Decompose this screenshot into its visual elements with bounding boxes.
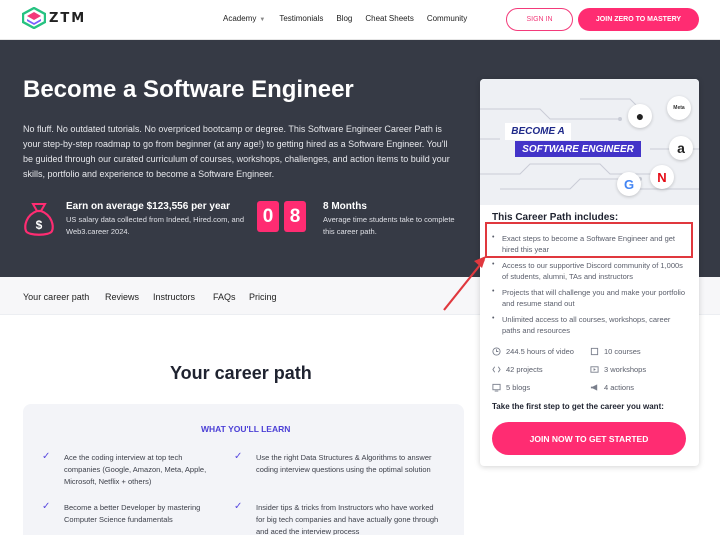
nav-testimonials[interactable]: Testimonials xyxy=(279,14,323,23)
nav-cheat-sheets[interactable]: Cheat Sheets xyxy=(365,14,413,23)
stat-actions-text: 4 actions xyxy=(604,383,635,392)
bullet-icon: • xyxy=(492,261,495,268)
check-icon: ✓ xyxy=(42,451,51,462)
top-nav: ZTM Academy ▼ Testimonials Blog Cheat She… xyxy=(0,0,720,40)
logo-text: ZTM xyxy=(49,10,87,26)
includes-item: Access to our supportive Discord communi… xyxy=(502,261,683,281)
card-cta-text: Take the first step to get the career yo… xyxy=(492,402,664,411)
play-icon xyxy=(590,366,599,373)
what-youll-learn-box: WHAT YOU'LL LEARN ✓ Ace the coding inter… xyxy=(23,404,464,535)
check-icon: ✓ xyxy=(42,501,51,512)
nav-academy-label: Academy xyxy=(223,14,257,23)
badge-become: BECOME A xyxy=(505,123,571,140)
tab-your-career-path[interactable]: Your career path xyxy=(23,292,89,302)
chevron-down-icon: ▼ xyxy=(259,17,266,23)
months-subtitle: Average time students take to complete t… xyxy=(323,215,455,236)
career-path-title: Your career path xyxy=(170,363,312,383)
stat-blogs-text: 5 blogs xyxy=(506,383,531,392)
page-title: Become a Software Engineer xyxy=(23,76,354,103)
netflix-logo-text: N xyxy=(657,169,667,185)
ztm-logo[interactable]: ZTM xyxy=(22,7,86,29)
check-icon: ✓ xyxy=(234,451,243,462)
learn-heading: WHAT YOU'LL LEARN xyxy=(201,424,291,434)
ztm-logo-icon xyxy=(22,7,46,29)
learn-item: Use the right Data Structures & Algorith… xyxy=(256,453,432,474)
money-bag-icon: $ xyxy=(24,203,54,236)
netflix-logo-icon: N xyxy=(650,165,674,189)
amazon-logo-icon: a xyxy=(669,136,693,160)
svg-text:$: $ xyxy=(36,218,43,232)
tab-pricing[interactable]: Pricing xyxy=(249,292,277,302)
nav-blog[interactable]: Blog xyxy=(336,14,352,23)
stat-actions: 4 actions xyxy=(590,383,634,392)
career-path-card: BECOME A SOFTWARE ENGINEER Meta ● a G N … xyxy=(480,79,699,466)
tab-faqs[interactable]: FAQs xyxy=(213,292,236,302)
blog-icon xyxy=(492,383,501,392)
stat-video-text: 244.5 hours of video xyxy=(506,347,574,356)
stat-workshops-text: 3 workshops xyxy=(604,365,647,374)
stat-courses: 10 courses xyxy=(590,347,641,356)
google-logo-icon: G xyxy=(617,172,641,196)
join-now-button[interactable]: JOIN NOW TO GET STARTED xyxy=(492,422,686,455)
megaphone-icon xyxy=(590,384,598,391)
stat-courses-text: 10 courses xyxy=(604,347,641,356)
join-button[interactable]: JOIN ZERO TO MASTERY xyxy=(578,8,699,31)
nav-links: Academy ▼ Testimonials Blog Cheat Sheets … xyxy=(223,14,467,23)
highlight-box xyxy=(485,222,693,258)
tab-reviews[interactable]: Reviews xyxy=(105,292,139,302)
months-digit-ones: 8 xyxy=(284,201,306,232)
nav-academy[interactable]: Academy ▼ xyxy=(223,14,265,23)
annotation-arrow-icon xyxy=(443,256,486,311)
sign-in-button[interactable]: SIGN IN xyxy=(506,8,573,31)
learn-item: Become a better Developer by mastering C… xyxy=(64,503,201,524)
months-digit-tens: 0 xyxy=(257,201,279,232)
stat-projects-text: 42 projects xyxy=(506,365,543,374)
includes-item: Projects that will challenge you and mak… xyxy=(502,288,686,308)
apple-logo-icon: ● xyxy=(628,104,652,128)
stat-blogs: 5 blogs xyxy=(492,383,530,392)
includes-item: Unlimited access to all courses, worksho… xyxy=(502,315,671,335)
tab-instructors[interactable]: Instructors xyxy=(153,292,195,302)
months-title: 8 Months xyxy=(323,201,367,212)
earn-title: Earn on average $123,556 per year xyxy=(66,201,230,212)
badge-software-engineer: SOFTWARE ENGINEER xyxy=(515,141,641,157)
hero-description: No fluff. No outdated tutorials. No over… xyxy=(23,124,450,179)
bullet-icon: • xyxy=(492,315,495,322)
card-banner: BECOME A SOFTWARE ENGINEER Meta ● a G N xyxy=(480,79,699,205)
earn-subtitle: US salary data collected from Indeed, Hi… xyxy=(66,215,245,236)
meta-logo-text: Meta xyxy=(673,105,685,111)
learn-item: Insider tips & tricks from Instructors w… xyxy=(256,503,439,535)
bullet-icon: • xyxy=(492,288,495,295)
clock-icon xyxy=(492,347,501,356)
nav-community[interactable]: Community xyxy=(427,14,467,23)
stat-video-hours: 244.5 hours of video xyxy=(492,347,574,356)
stat-projects: 42 projects xyxy=(492,365,543,374)
learn-item: Ace the coding interview at top tech com… xyxy=(64,453,207,486)
amazon-logo-text: a xyxy=(677,140,685,156)
check-icon: ✓ xyxy=(234,501,243,512)
code-icon xyxy=(492,366,501,373)
meta-logo-icon: Meta xyxy=(667,96,691,120)
google-logo-text: G xyxy=(623,176,635,192)
stat-workshops: 3 workshops xyxy=(590,365,646,374)
book-icon xyxy=(590,347,599,356)
